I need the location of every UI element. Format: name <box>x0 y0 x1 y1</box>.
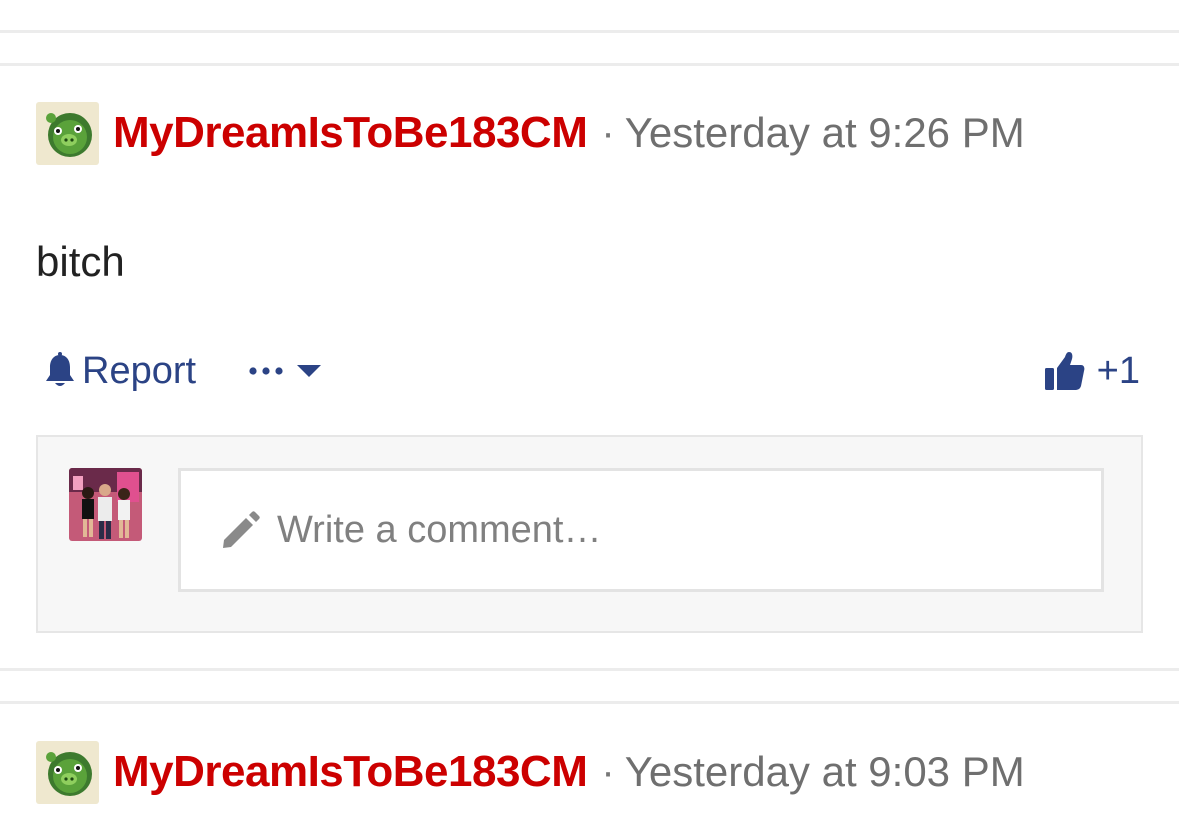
bell-icon <box>46 352 74 386</box>
comment-composer: Write a comment… <box>36 435 1143 633</box>
more-options-button[interactable] <box>248 364 322 378</box>
user-avatar[interactable] <box>36 101 99 165</box>
divider <box>0 30 1179 33</box>
like-count: +1 <box>1096 349 1140 392</box>
pencil-icon <box>223 511 260 548</box>
ellipsis-icon <box>249 367 283 375</box>
report-button[interactable]: Report <box>44 350 196 393</box>
post-timestamp[interactable]: Yesterday at 9:03 PM <box>625 748 1025 796</box>
separator-dot: · <box>601 749 615 794</box>
pig-avatar-icon <box>45 752 92 796</box>
report-label: Report <box>82 349 197 392</box>
comment-placeholder: Write a comment… <box>277 508 602 551</box>
post-timestamp[interactable]: Yesterday at 9:26 PM <box>625 109 1025 157</box>
divider <box>0 63 1179 66</box>
current-user-avatar[interactable] <box>69 468 142 541</box>
post-username[interactable]: MyDreamIsToBe183CM <box>113 747 588 797</box>
like-button[interactable]: +1 <box>1044 349 1140 393</box>
photo-avatar-icon <box>69 468 142 541</box>
post-header: MyDreamIsToBe183CM · Yesterday at 9:26 P… <box>36 101 1025 165</box>
pig-avatar-icon <box>45 113 92 157</box>
post-body: bitch <box>36 238 125 285</box>
feed: MyDreamIsToBe183CM · Yesterday at 9:26 P… <box>0 0 1179 825</box>
post-actions: Report +1 <box>44 348 1140 394</box>
comment-input[interactable]: Write a comment… <box>178 468 1104 592</box>
post-username[interactable]: MyDreamIsToBe183CM <box>113 108 588 158</box>
divider <box>0 701 1179 704</box>
thumbs-up-icon <box>1044 352 1085 390</box>
separator-dot: · <box>601 110 615 155</box>
post-header: MyDreamIsToBe183CM · Yesterday at 9:03 P… <box>36 740 1025 804</box>
divider <box>0 668 1179 671</box>
caret-down-icon <box>297 365 322 377</box>
user-avatar[interactable] <box>36 740 99 804</box>
